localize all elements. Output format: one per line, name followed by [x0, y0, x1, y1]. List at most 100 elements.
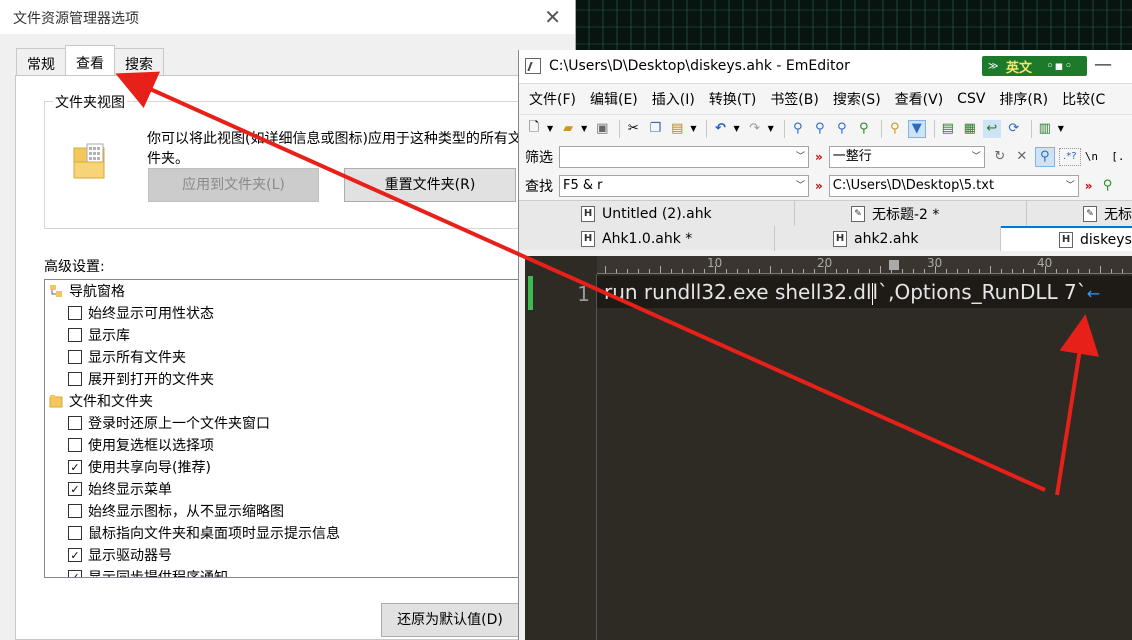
- ruler-tick: [957, 269, 958, 273]
- find-icon[interactable]: ⚲: [789, 120, 807, 138]
- apply-to-folders-button[interactable]: 应用到文件夹(L): [148, 168, 319, 202]
- checkbox-checked[interactable]: ✓: [68, 570, 82, 577]
- list-item[interactable]: 登录时还原上一个文件夹窗口: [45, 412, 520, 434]
- search-icon[interactable]: ⚲: [1034, 146, 1055, 167]
- checkbox[interactable]: [68, 504, 82, 518]
- list-item[interactable]: 鼠标指向文件夹和桌面项时显示提示信息: [45, 522, 520, 544]
- list-item[interactable]: ✓ 显示同步提供程序通知: [45, 566, 520, 578]
- find-previous-icon[interactable]: ⚲: [811, 120, 829, 138]
- copy-icon[interactable]: ❐: [646, 120, 664, 138]
- find-in-files-icon[interactable]: ⚲: [1099, 177, 1117, 195]
- list-item[interactable]: 显示所有文件夹: [45, 346, 520, 368]
- checkbox[interactable]: [68, 306, 82, 320]
- menu-search[interactable]: 搜索(S): [833, 89, 881, 109]
- refresh-filter-icon[interactable]: ↻: [991, 148, 1009, 166]
- chevron-down-icon[interactable]: ▼: [768, 124, 774, 133]
- checkbox-checked[interactable]: ✓: [68, 548, 82, 562]
- chevron-down-icon[interactable]: ﹀: [972, 147, 981, 167]
- editor-area[interactable]: 10 20 30 40 1 run rundll32.exe shell32.d…: [525, 256, 1132, 640]
- ruler-tick: [946, 269, 947, 273]
- tab-diskeys[interactable]: H diskeys: [1001, 226, 1132, 251]
- menu-insert[interactable]: 插入(I): [652, 89, 695, 109]
- checkbox-checked[interactable]: ✓: [68, 482, 82, 496]
- refresh-icon[interactable]: ⟳: [1005, 120, 1023, 138]
- chevron-down-icon[interactable]: ﹀: [796, 176, 805, 196]
- find-in-files-icon[interactable]: ⚲: [886, 120, 904, 138]
- chevron-down-icon[interactable]: ▼: [547, 124, 553, 133]
- list-item[interactable]: ✓ 显示驱动器号: [45, 544, 520, 566]
- chevron-down-icon[interactable]: ﹀: [1066, 176, 1075, 196]
- checkbox[interactable]: [68, 416, 82, 430]
- list-item[interactable]: 使用复选框以选择项: [45, 434, 520, 456]
- menu-edit[interactable]: 编辑(E): [590, 89, 638, 109]
- list-item[interactable]: ✓ 使用共享向导(推荐): [45, 456, 520, 478]
- split-window-icon[interactable]: ▤: [939, 120, 957, 138]
- menu-convert[interactable]: 转换(T): [709, 89, 756, 109]
- checkbox[interactable]: [68, 328, 82, 342]
- wrap-icon[interactable]: ▦: [961, 120, 979, 138]
- undo-icon[interactable]: ↶: [711, 120, 729, 138]
- checkbox[interactable]: [68, 438, 82, 452]
- menu-view[interactable]: 查看(V): [895, 89, 944, 109]
- filter-mode-select[interactable]: 一整行 ﹀: [828, 145, 985, 168]
- checkbox[interactable]: [68, 350, 82, 364]
- close-icon[interactable]: ✕: [544, 5, 561, 29]
- list-item[interactable]: ✓ 始终显示菜单: [45, 478, 520, 500]
- find-next-icon[interactable]: ⚲: [833, 120, 851, 138]
- chevron-down-icon[interactable]: ▼: [690, 124, 696, 133]
- advanced-settings-list[interactable]: 导航窗格 始终显示可用性状态 显示库 显示所有文件夹 展开到打开的文件夹 文件和…: [44, 279, 521, 578]
- checkbox[interactable]: [68, 372, 82, 386]
- list-item[interactable]: 始终显示可用性状态: [45, 302, 520, 324]
- find-path-input[interactable]: C:\Users\D\Desktop\5.txt ﹀: [828, 174, 1079, 197]
- filter-input[interactable]: ﹀: [559, 145, 809, 168]
- save-icon[interactable]: ▣: [593, 120, 611, 138]
- minimize-icon[interactable]: —: [1094, 54, 1112, 75]
- code-line[interactable]: run rundll32.exe shell32.dll`,Options_Ru…: [597, 276, 1132, 308]
- tab-general[interactable]: 常规: [16, 48, 66, 75]
- tab-view[interactable]: 查看: [65, 45, 115, 75]
- chevron-right-icon[interactable]: »: [1085, 179, 1093, 193]
- filter-icon[interactable]: ▼: [907, 119, 926, 138]
- redo-icon[interactable]: ↷: [746, 120, 764, 138]
- ruler-tick: [803, 269, 804, 273]
- tab-ahk2[interactable]: H ahk2.ahk: [775, 226, 1001, 251]
- checkbox-checked[interactable]: ✓: [68, 460, 82, 474]
- tab-untitled-chinese[interactable]: ✎ 无标: [1027, 201, 1132, 226]
- chevron-down-icon[interactable]: ▼: [581, 124, 587, 133]
- list-item[interactable]: 展开到打开的文件夹: [45, 368, 520, 390]
- menu-compare[interactable]: 比较(C: [1062, 89, 1105, 109]
- replace-icon[interactable]: ⚲: [855, 120, 873, 138]
- new-file-icon[interactable]: 🗋: [525, 120, 543, 138]
- menu-csv[interactable]: CSV: [957, 91, 985, 107]
- list-item[interactable]: 显示库: [45, 324, 520, 346]
- word-wrap-icon[interactable]: ↩: [982, 119, 1001, 138]
- paste-icon[interactable]: ▤: [668, 120, 686, 138]
- ime-indicator[interactable]: ≫ 英文 ◦▪◦: [982, 56, 1087, 76]
- menu-bookmarks[interactable]: 书签(B): [770, 89, 819, 109]
- tab-ahk1[interactable]: H Ahk1.0.ahk *: [523, 226, 775, 251]
- tab-search[interactable]: 搜索: [114, 48, 164, 75]
- menu-file[interactable]: 文件(F): [529, 89, 576, 109]
- regex-icon[interactable]: .*?: [1058, 147, 1081, 166]
- chevron-down-icon[interactable]: ﹀: [796, 147, 805, 167]
- chevron-right-icon[interactable]: »: [815, 150, 823, 164]
- menu-sort[interactable]: 排序(R): [999, 89, 1048, 109]
- document-properties-icon[interactable]: ▥: [1036, 120, 1054, 138]
- reset-folders-button[interactable]: 重置文件夹(R): [344, 168, 516, 202]
- clear-filter-icon[interactable]: ✕: [1013, 148, 1031, 166]
- list-item[interactable]: 始终显示图标，从不显示缩略图: [45, 500, 520, 522]
- chevron-right-icon[interactable]: »: [815, 179, 823, 193]
- list-item-label: 显示同步提供程序通知: [88, 570, 228, 578]
- ruler-tick: [913, 269, 914, 273]
- open-folder-icon[interactable]: ▰: [559, 120, 577, 138]
- find-input[interactable]: F5 & r ﹀: [559, 174, 809, 197]
- chevron-down-icon[interactable]: ▼: [733, 124, 739, 133]
- restore-defaults-button[interactable]: 还原为默认值(D): [381, 603, 519, 637]
- chevron-down-icon[interactable]: ▼: [1058, 124, 1064, 133]
- tab-untitled-chinese-2[interactable]: ✎ 无标题-2 *: [795, 201, 1027, 226]
- file-tab-bar: H Untitled (2).ahk ✎ 无标题-2 * ✎ 无标 H Ahk1…: [519, 200, 1132, 251]
- newline-toggle[interactable]: \n [.: [1085, 150, 1125, 163]
- cut-icon[interactable]: ✂: [624, 120, 642, 138]
- tab-untitled-2[interactable]: H Untitled (2).ahk: [523, 201, 795, 226]
- checkbox[interactable]: [68, 526, 82, 540]
